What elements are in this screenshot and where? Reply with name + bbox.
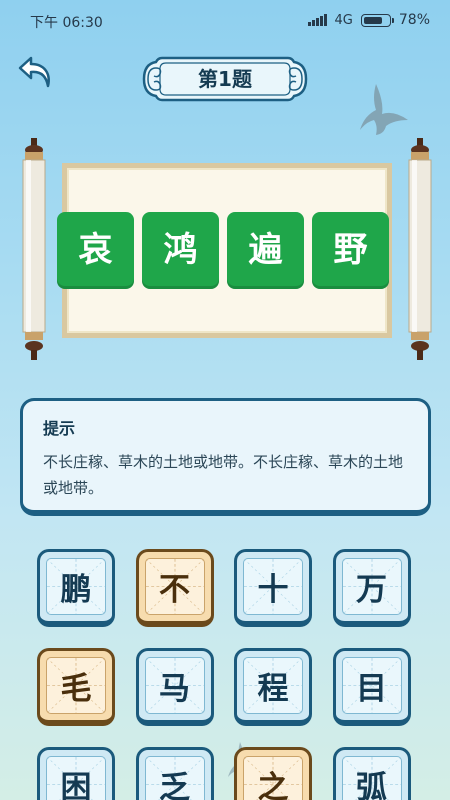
status-time: 下午 06:30 xyxy=(30,15,103,31)
candidate-tile-inner: 毛 xyxy=(46,657,106,714)
candidate-tile[interactable]: 弧 xyxy=(332,747,411,800)
candidate-tile-inner: 乏 xyxy=(144,756,205,800)
answer-tile-3[interactable]: 遍 xyxy=(227,212,304,289)
candidate-tile-inner: 马 xyxy=(144,657,205,714)
candidate-char: 乏 xyxy=(159,770,190,800)
candidate-char: 万 xyxy=(356,572,387,608)
hint-card: 提示 不长庄稼、草木的土地或地带。不长庄稼、草木的土地或地带。 xyxy=(20,398,431,516)
candidate-tile[interactable]: 十 xyxy=(234,549,312,627)
candidate-tile[interactable]: 程 xyxy=(234,648,312,726)
candidate-tile-inner: 弧 xyxy=(341,756,402,800)
candidate-tile[interactable]: 乏 xyxy=(135,747,214,800)
back-arrow-icon xyxy=(18,56,50,88)
candidate-char: 之 xyxy=(257,770,289,800)
candidate-tile[interactable]: 目 xyxy=(332,648,411,726)
answer-tile-1[interactable]: 哀 xyxy=(57,212,134,289)
battery-percent: 78% xyxy=(398,12,430,28)
candidate-tile-inner: 万 xyxy=(341,558,402,615)
candidate-tile-inner: 十 xyxy=(243,558,303,615)
answer-tile-4[interactable]: 野 xyxy=(312,212,389,289)
candidate-tile[interactable]: 困 xyxy=(37,747,115,800)
battery-icon xyxy=(360,13,394,27)
level-title: 第1题 xyxy=(198,67,252,91)
candidate-tile-inner: 鹏 xyxy=(46,558,106,615)
candidate-tile[interactable]: 万 xyxy=(332,549,411,627)
candidate-char: 程 xyxy=(257,671,289,707)
candidate-char: 毛 xyxy=(60,671,92,707)
back-button[interactable] xyxy=(16,52,56,92)
hint-text: 不长庄稼、草木的土地或地带。不长庄稼、草木的土地或地带。 xyxy=(43,453,404,497)
candidate-char: 弧 xyxy=(356,770,387,800)
candidate-tile[interactable]: 毛 xyxy=(37,648,115,726)
candidate-char: 马 xyxy=(159,671,190,707)
candidate-tile[interactable]: 之 xyxy=(234,747,312,800)
candidate-tile[interactable]: 不 xyxy=(135,549,214,627)
candidate-char: 不 xyxy=(159,572,190,608)
battery-fill xyxy=(363,16,382,24)
level-title-plaque: 第1题 xyxy=(140,54,310,104)
answer-row: 哀 鸿 遍 野 xyxy=(57,212,392,289)
candidate-tile-inner: 困 xyxy=(46,756,106,800)
scroll-rod-left xyxy=(22,138,46,360)
candidate-char: 十 xyxy=(257,572,289,608)
candidate-char: 鹏 xyxy=(60,572,92,608)
candidate-tile-inner: 目 xyxy=(341,657,402,714)
status-indicators: 4G 78% xyxy=(307,12,430,28)
candidate-tile[interactable]: 鹏 xyxy=(37,549,115,627)
candidate-tile-inner: 不 xyxy=(144,558,205,615)
signal-icon xyxy=(307,14,327,26)
status-bar: 下午 06:30 4G 78% xyxy=(0,0,450,40)
hint-title: 提示 xyxy=(43,419,76,438)
candidate-tile-inner: 之 xyxy=(243,756,303,800)
answer-tile-2[interactable]: 鸿 xyxy=(142,212,219,289)
candidate-char: 困 xyxy=(60,770,92,800)
candidate-char: 目 xyxy=(356,671,387,707)
scroll-rod-right xyxy=(408,138,432,360)
candidate-tile-inner: 程 xyxy=(243,657,303,714)
candidate-tile[interactable]: 马 xyxy=(135,648,214,726)
network-label: 4G xyxy=(334,12,353,28)
swallow-icon xyxy=(360,84,408,135)
